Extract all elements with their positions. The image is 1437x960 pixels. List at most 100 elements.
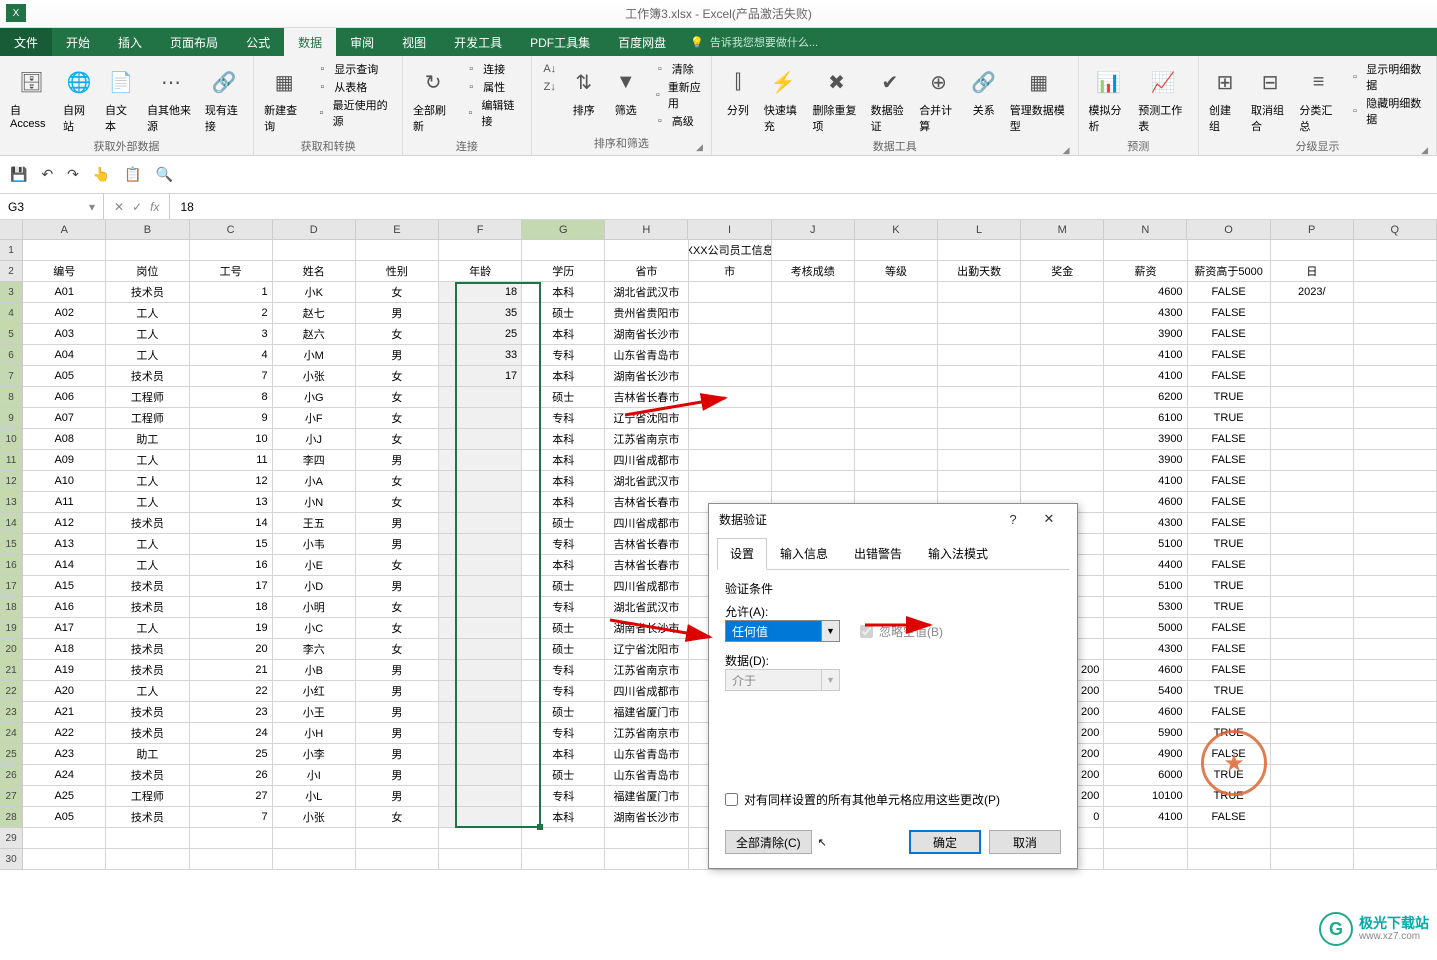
cell[interactable]: 硕士 <box>522 576 605 597</box>
print-preview-icon[interactable]: 🔍 <box>156 166 173 183</box>
col-header-N[interactable]: N <box>1104 220 1187 240</box>
cell[interactable] <box>439 450 522 471</box>
cell[interactable] <box>855 303 938 324</box>
cell[interactable] <box>1354 828 1437 849</box>
row-header[interactable]: 20 <box>0 639 23 660</box>
col-header-H[interactable]: H <box>605 220 688 240</box>
cell[interactable]: 33 <box>439 345 522 366</box>
cell[interactable]: 四川省成都市 <box>605 450 688 471</box>
cell[interactable]: 女 <box>356 807 439 828</box>
cell[interactable]: 4600 <box>1104 282 1187 303</box>
cell[interactable] <box>938 324 1021 345</box>
cell[interactable]: 7 <box>190 807 273 828</box>
cell[interactable]: 小N <box>273 492 356 513</box>
chevron-down-icon[interactable]: ▾ <box>89 200 95 214</box>
cell[interactable]: 姓名 <box>273 261 356 282</box>
cell[interactable] <box>772 387 855 408</box>
cell[interactable]: 8 <box>190 387 273 408</box>
cell[interactable] <box>1021 282 1104 303</box>
ribbon-预测工作表[interactable]: 📈预测工作表 <box>1134 60 1192 136</box>
cell[interactable]: 本科 <box>522 282 605 303</box>
cell[interactable] <box>1354 387 1437 408</box>
cell[interactable] <box>522 828 605 849</box>
ribbon-现有连接[interactable]: 🔗现有连接 <box>201 60 247 136</box>
cell[interactable] <box>1354 555 1437 576</box>
row-header[interactable]: 21 <box>0 660 23 681</box>
tell-me-search[interactable]: 💡 告诉我您想要做什么... <box>690 28 818 56</box>
cell[interactable]: 男 <box>356 681 439 702</box>
cell[interactable] <box>1354 618 1437 639</box>
cell[interactable]: 技术员 <box>106 513 189 534</box>
cell[interactable]: 技术员 <box>106 702 189 723</box>
cell[interactable] <box>938 282 1021 303</box>
cell[interactable]: 男 <box>356 450 439 471</box>
cell[interactable]: A07 <box>23 408 106 429</box>
cell[interactable]: 考核成绩 <box>772 261 855 282</box>
cell[interactable] <box>439 387 522 408</box>
cell[interactable] <box>1271 618 1354 639</box>
cell[interactable]: A22 <box>23 723 106 744</box>
cell[interactable]: A20 <box>23 681 106 702</box>
cell[interactable] <box>1271 471 1354 492</box>
cell[interactable]: 女 <box>356 366 439 387</box>
cell[interactable]: A09 <box>23 450 106 471</box>
cell[interactable]: FALSE <box>1188 303 1271 324</box>
refresh-all-button[interactable]: ↻全部刷新 <box>409 60 457 136</box>
cell[interactable]: 硕士 <box>522 618 605 639</box>
cell[interactable] <box>1271 744 1354 765</box>
cell[interactable]: 17 <box>439 366 522 387</box>
ribbon-属性[interactable]: ▫属性 <box>459 78 525 96</box>
cell[interactable]: FALSE <box>1188 471 1271 492</box>
cell[interactable]: 4400 <box>1104 555 1187 576</box>
row-header[interactable]: 14 <box>0 513 23 534</box>
cell[interactable] <box>855 345 938 366</box>
cell[interactable]: 市 <box>689 261 772 282</box>
cell[interactable]: 25 <box>439 324 522 345</box>
cell[interactable]: 学历 <box>522 261 605 282</box>
cell[interactable]: A18 <box>23 639 106 660</box>
cell[interactable] <box>772 366 855 387</box>
filter-button[interactable]: ▼筛选 <box>606 60 646 120</box>
undo-button[interactable]: ↶ <box>41 166 53 183</box>
cell[interactable] <box>1354 534 1437 555</box>
ribbon-从表格[interactable]: ▫从表格 <box>310 78 396 96</box>
cell[interactable]: 工号 <box>190 261 273 282</box>
cell[interactable]: 男 <box>356 744 439 765</box>
cell[interactable] <box>1271 492 1354 513</box>
cell[interactable]: 山东省青岛市 <box>605 765 688 786</box>
save-button[interactable]: 💾 <box>10 166 27 183</box>
cell[interactable]: 4100 <box>1104 471 1187 492</box>
cell[interactable] <box>439 849 522 870</box>
cell[interactable]: 吉林省长春市 <box>605 534 688 555</box>
cell[interactable]: A14 <box>23 555 106 576</box>
cell[interactable] <box>439 723 522 744</box>
allow-combo[interactable]: ▼ <box>725 620 840 642</box>
cell[interactable]: 工人 <box>106 450 189 471</box>
cell[interactable]: 工人 <box>106 471 189 492</box>
cell[interactable]: 男 <box>356 723 439 744</box>
cell[interactable] <box>1271 702 1354 723</box>
cell[interactable] <box>772 450 855 471</box>
cell[interactable] <box>1271 345 1354 366</box>
cell[interactable]: 5300 <box>1104 597 1187 618</box>
cell[interactable] <box>938 429 1021 450</box>
cell[interactable] <box>106 849 189 870</box>
cell[interactable]: A15 <box>23 576 106 597</box>
cell[interactable] <box>522 849 605 870</box>
cell[interactable]: 专科 <box>522 345 605 366</box>
tab-审阅[interactable]: 审阅 <box>336 28 388 56</box>
cell[interactable] <box>356 849 439 870</box>
row-header[interactable]: 29 <box>0 828 23 849</box>
cell[interactable]: 男 <box>356 534 439 555</box>
cell[interactable] <box>689 366 772 387</box>
cell[interactable]: 出勤天数 <box>938 261 1021 282</box>
cell[interactable]: 男 <box>356 660 439 681</box>
cell[interactable]: 小C <box>273 618 356 639</box>
cell[interactable]: 女 <box>356 492 439 513</box>
cell[interactable] <box>1271 303 1354 324</box>
redo-button[interactable]: ↷ <box>67 166 79 183</box>
cell[interactable] <box>439 828 522 849</box>
cell[interactable] <box>1021 345 1104 366</box>
cell[interactable]: 本科 <box>522 471 605 492</box>
cell[interactable] <box>1021 240 1104 261</box>
